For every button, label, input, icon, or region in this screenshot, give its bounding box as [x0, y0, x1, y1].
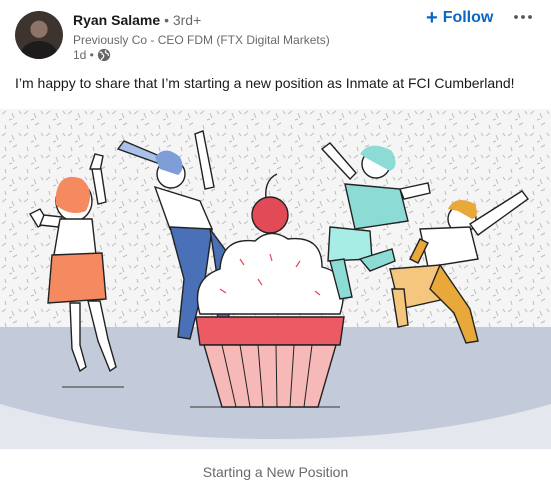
connection-degree: • 3rd+ [164, 12, 202, 28]
globe-icon [97, 48, 111, 62]
ellipsis-icon[interactable] [512, 9, 534, 25]
author-name[interactable]: Ryan Salame [73, 12, 160, 28]
post-time: 1d • [73, 48, 94, 62]
post-header: Ryan Salame • 3rd+ Previously Co - CEO F… [0, 0, 551, 70]
plus-icon: + [426, 7, 438, 29]
follow-label: Follow [442, 9, 494, 26]
author-headline: Previously Co - CEO FDM (FTX Digital Mar… [73, 33, 330, 47]
illustration-art [0, 109, 551, 449]
illustration-caption: Starting a New Position [202, 464, 349, 480]
author-line: Ryan Salame • 3rd+ [73, 12, 201, 28]
follow-button[interactable]: + Follow [426, 7, 493, 29]
avatar[interactable] [15, 11, 63, 59]
celebration-illustration[interactable] [0, 109, 551, 449]
post-text: I’m happy to share that I’m starting a n… [15, 75, 515, 91]
post-meta: 1d • [73, 48, 111, 62]
